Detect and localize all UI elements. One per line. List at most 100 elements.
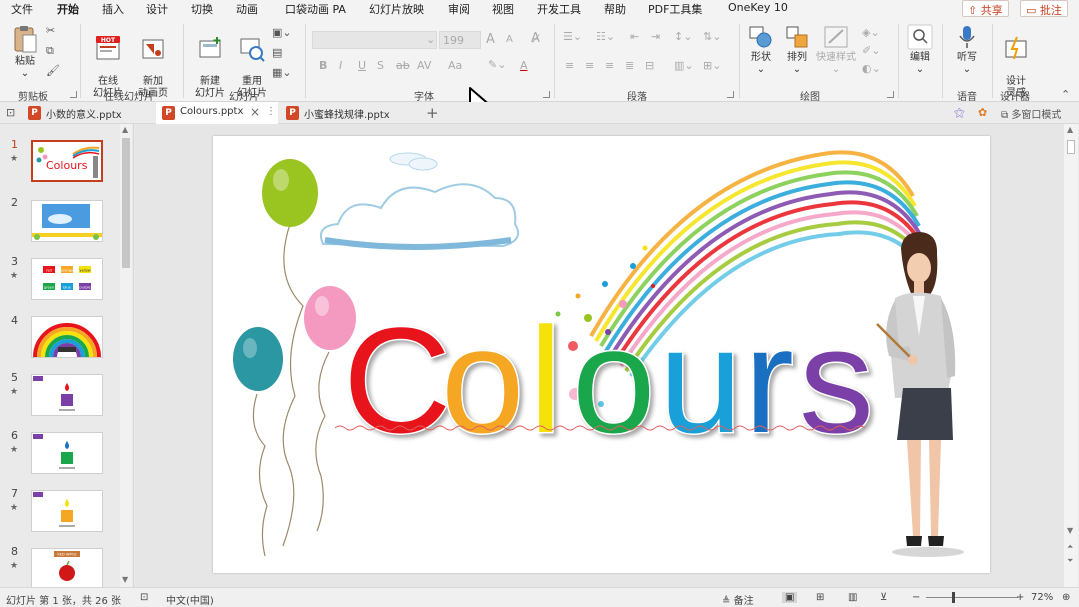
- slide-canvas[interactable]: C o l o u r s: [213, 136, 990, 573]
- slide-thumbnail-4[interactable]: [31, 316, 103, 358]
- arrange-button[interactable]: 排列 ⌄: [781, 24, 813, 76]
- zoom-slider-thumb[interactable]: [952, 592, 955, 603]
- shrink-font-icon[interactable]: A: [506, 34, 513, 45]
- bold-button[interactable]: B: [319, 59, 327, 72]
- language-indicator[interactable]: 中文(中国): [166, 592, 214, 607]
- decrease-indent-icon[interactable]: ⇤: [630, 30, 639, 43]
- dictate-button[interactable]: 听写 ⌄: [950, 24, 984, 76]
- slide-thumbnail-6[interactable]: [31, 432, 103, 474]
- clear-format-icon[interactable]: A̷: [531, 31, 540, 46]
- grow-font-icon[interactable]: A: [486, 32, 495, 47]
- drawing-launcher-icon[interactable]: [887, 91, 894, 98]
- scrollbar-thumb[interactable]: [1067, 140, 1075, 154]
- columns-icon[interactable]: ▥⌄: [674, 59, 694, 72]
- copy-icon[interactable]: ⧉: [46, 44, 54, 58]
- align-right-icon[interactable]: ≡: [605, 59, 614, 72]
- accessibility-icon[interactable]: ⊡: [140, 592, 148, 603]
- scroll-up-icon[interactable]: ▲: [1067, 125, 1073, 134]
- fit-to-window-icon[interactable]: ⊕: [1062, 592, 1070, 603]
- doc-tab[interactable]: P 小蜜蜂找规律.pptx: [280, 102, 420, 124]
- cut-icon[interactable]: ✂: [46, 24, 55, 37]
- zoom-slider[interactable]: [926, 597, 1018, 598]
- font-color-button[interactable]: A: [520, 59, 528, 72]
- slide-thumbnail-8[interactable]: RED APPLE: [31, 548, 103, 590]
- slide-sorter-icon[interactable]: ⊞: [816, 592, 824, 603]
- tab-review[interactable]: 审阅: [448, 1, 470, 17]
- add-tab-icon[interactable]: +: [426, 104, 439, 122]
- reset-icon[interactable]: ▤: [272, 46, 282, 59]
- tab-home[interactable]: 开始: [57, 1, 79, 20]
- tab-onekey[interactable]: OneKey 10: [728, 1, 788, 14]
- scrollbar-thumb[interactable]: [122, 138, 130, 268]
- distribute-icon[interactable]: ⊟: [645, 59, 654, 72]
- normal-view-icon[interactable]: ▣: [782, 592, 798, 603]
- shape-button[interactable]: 形状 ⌄: [745, 24, 777, 76]
- share-button[interactable]: ⇧ 共享: [962, 0, 1009, 17]
- shadow-button[interactable]: S: [377, 59, 384, 72]
- layout-icon[interactable]: ▣⌄: [272, 26, 292, 39]
- prev-slide-icon[interactable]: ⏶: [1067, 542, 1073, 552]
- change-case-button[interactable]: Aa: [448, 59, 462, 72]
- format-painter-icon[interactable]: 🖌: [46, 64, 60, 77]
- strikethrough-button[interactable]: ab: [396, 59, 410, 72]
- underline-button[interactable]: U: [358, 59, 366, 72]
- tab-animations[interactable]: 动画: [236, 1, 258, 17]
- assistant-icon[interactable]: ⚝: [954, 106, 965, 120]
- align-center-icon[interactable]: ≡: [585, 59, 594, 72]
- slide-thumbnail-7[interactable]: [31, 490, 103, 532]
- doc-tab-active[interactable]: P Colours.pptx × ⋮: [156, 102, 278, 124]
- close-icon[interactable]: ×: [250, 105, 260, 119]
- slide-thumbnail-1[interactable]: Colours: [31, 140, 103, 182]
- more-icon[interactable]: ⋮: [266, 106, 276, 117]
- font-name-select[interactable]: [312, 31, 437, 49]
- tab-design[interactable]: 设计: [146, 1, 168, 17]
- line-spacing-icon[interactable]: ↕⌄: [674, 30, 692, 43]
- bullets-icon[interactable]: ☰⌄: [563, 30, 582, 43]
- slide-thumbnail-3[interactable]: red orange yellow green blue purple: [31, 258, 103, 300]
- comment-button[interactable]: ▭ 批注: [1020, 0, 1068, 17]
- paragraph-launcher-icon[interactable]: [727, 91, 734, 98]
- zoom-out-icon[interactable]: −: [912, 592, 920, 603]
- scroll-down-icon[interactable]: ▼: [1067, 526, 1073, 535]
- zoom-level[interactable]: 72%: [1031, 592, 1053, 603]
- smartart-icon[interactable]: ⊞⌄: [703, 59, 721, 72]
- font-size-select[interactable]: 199: [439, 31, 481, 49]
- justify-icon[interactable]: ≣: [625, 59, 634, 72]
- increase-indent-icon[interactable]: ⇥: [651, 30, 660, 43]
- italic-button[interactable]: I: [339, 59, 342, 72]
- font-launcher-icon[interactable]: [543, 91, 550, 98]
- shape-outline-icon[interactable]: ✐⌄: [862, 44, 880, 57]
- section-icon[interactable]: ▦⌄: [272, 66, 292, 79]
- reading-view-icon[interactable]: ▥: [848, 592, 857, 603]
- shape-effects-icon[interactable]: ◐⌄: [862, 62, 881, 75]
- zoom-in-icon[interactable]: +: [1016, 592, 1024, 603]
- tab-insert[interactable]: 插入: [102, 1, 124, 17]
- slide-thumbnail-5[interactable]: [31, 374, 103, 416]
- highlight-icon[interactable]: ✎⌄: [488, 58, 506, 71]
- notes-button[interactable]: ≜ 备注: [722, 592, 754, 607]
- scroll-down-icon[interactable]: ▼: [122, 575, 128, 584]
- clipboard-launcher-icon[interactable]: [70, 91, 77, 98]
- multi-window-mode-button[interactable]: ⧉ 多窗口模式: [1001, 106, 1061, 121]
- slideshow-icon[interactable]: ⊻: [880, 592, 887, 603]
- new-slide-button[interactable]: 新建 幻灯片: [188, 24, 232, 100]
- tab-pdf-tools[interactable]: PDF工具集: [648, 1, 702, 17]
- char-spacing-button[interactable]: AV: [417, 59, 431, 72]
- tab-slideshow[interactable]: 幻灯片放映: [369, 1, 424, 17]
- tab-developer[interactable]: 开发工具: [537, 1, 581, 17]
- slide-thumbnail-2[interactable]: [31, 200, 103, 242]
- shape-fill-icon[interactable]: ◈⌄: [862, 26, 880, 39]
- next-slide-icon[interactable]: ⏷: [1067, 556, 1073, 566]
- tab-file[interactable]: 文件: [11, 1, 33, 17]
- doc-tab[interactable]: P 小数的意义.pptx: [22, 102, 154, 124]
- settings-icon[interactable]: ✿: [978, 106, 987, 119]
- align-left-icon[interactable]: ≡: [565, 59, 574, 72]
- editor-scrollbar[interactable]: ▲ ▼ ⏶ ⏷: [1064, 124, 1078, 587]
- tab-help[interactable]: 帮助: [604, 1, 626, 17]
- tab-view[interactable]: 视图: [492, 1, 514, 17]
- tab-transitions[interactable]: 切换: [191, 1, 213, 17]
- scroll-up-icon[interactable]: ▲: [122, 125, 128, 134]
- quick-style-button[interactable]: 快速样式 ⌄: [815, 24, 857, 76]
- file-browser-icon[interactable]: ⊡: [6, 106, 15, 119]
- paste-button[interactable]: 粘贴 ⌄: [8, 24, 42, 80]
